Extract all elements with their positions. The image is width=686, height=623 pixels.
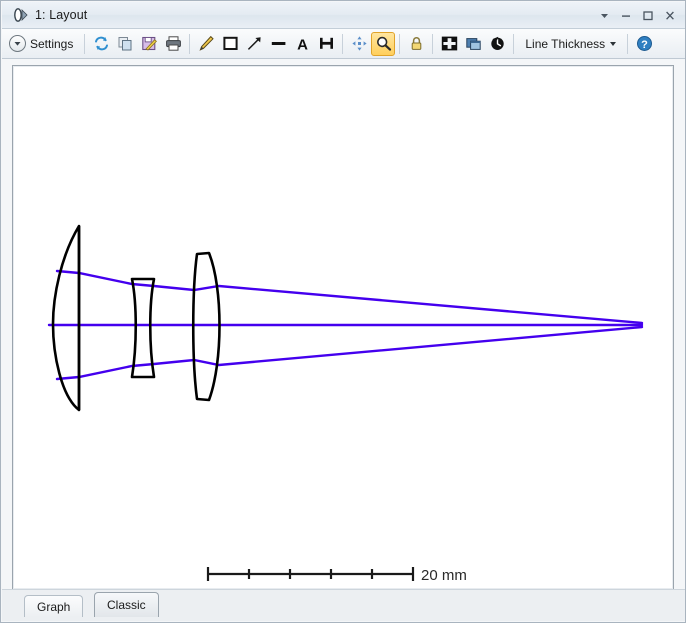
svg-text:A: A xyxy=(297,36,308,52)
line-icon[interactable] xyxy=(266,32,290,56)
toolbar-separator xyxy=(513,33,515,54)
arrow-icon[interactable] xyxy=(242,32,266,56)
toolbar-separator xyxy=(84,33,86,54)
pan-icon[interactable] xyxy=(347,32,371,56)
help-icon[interactable]: ? xyxy=(632,32,656,56)
text-icon[interactable]: A xyxy=(290,32,314,56)
scale-bar-label: 20 mm xyxy=(421,567,467,584)
fit-icon[interactable] xyxy=(437,32,461,56)
toolbar-separator xyxy=(627,33,629,54)
toolbar: Settings A Line Thickness ? xyxy=(2,29,685,59)
window-controls xyxy=(594,2,680,29)
tab-classic[interactable]: Classic xyxy=(94,592,159,617)
lens-layout-icon xyxy=(10,5,32,25)
copy-icon[interactable] xyxy=(113,32,137,56)
toolbar-separator xyxy=(342,33,344,54)
tab-graph-label: Graph xyxy=(37,599,71,614)
window-icon[interactable] xyxy=(461,32,485,56)
window-title: 1: Layout xyxy=(35,8,88,22)
dropdown-arrow-icon[interactable] xyxy=(594,6,614,26)
line-thickness-dropdown[interactable]: Line Thickness xyxy=(518,31,623,57)
rectangle-icon[interactable] xyxy=(218,32,242,56)
toolbar-separator xyxy=(432,33,434,54)
ray-lower xyxy=(55,325,644,381)
pencil-icon[interactable] xyxy=(194,32,218,56)
print-icon[interactable] xyxy=(161,32,185,56)
layout-plot-area[interactable]: 20 mm xyxy=(12,65,674,590)
refresh-clock-icon[interactable] xyxy=(485,32,509,56)
tab-graph[interactable]: Graph xyxy=(24,595,84,617)
chevron-down-circle-icon xyxy=(9,35,26,52)
tab-classic-label: Classic xyxy=(107,598,146,612)
settings-button[interactable]: Settings xyxy=(6,32,80,56)
scale-bar xyxy=(206,567,415,581)
chevron-down-icon xyxy=(610,41,617,46)
settings-label: Settings xyxy=(30,36,74,51)
lens-surface-1 xyxy=(51,224,81,412)
title-bar: 1: Layout xyxy=(2,2,685,29)
minimize-button[interactable] xyxy=(616,6,636,26)
save-icon[interactable] xyxy=(137,32,161,56)
lock-icon[interactable] xyxy=(404,32,428,56)
lens-surface-3 xyxy=(191,251,221,402)
maximize-button[interactable] xyxy=(638,6,658,26)
lens-surface-2 xyxy=(130,277,156,379)
toolbar-separator xyxy=(189,33,191,54)
zoom-icon[interactable] xyxy=(371,31,396,56)
layout-window: 1: Layout Settings A Line Thickness ? 20… xyxy=(0,0,686,623)
refresh-icon[interactable] xyxy=(89,32,113,56)
close-button[interactable] xyxy=(660,6,680,26)
tab-strip: Graph Classic xyxy=(2,589,685,621)
svg-text:?: ? xyxy=(641,39,648,51)
optical-layout-drawing: 20 mm xyxy=(47,224,644,584)
ray-bundle xyxy=(47,269,644,381)
line-thickness-label: Line Thickness xyxy=(525,36,606,51)
toolbar-separator xyxy=(399,33,401,54)
dimension-icon[interactable] xyxy=(314,32,338,56)
